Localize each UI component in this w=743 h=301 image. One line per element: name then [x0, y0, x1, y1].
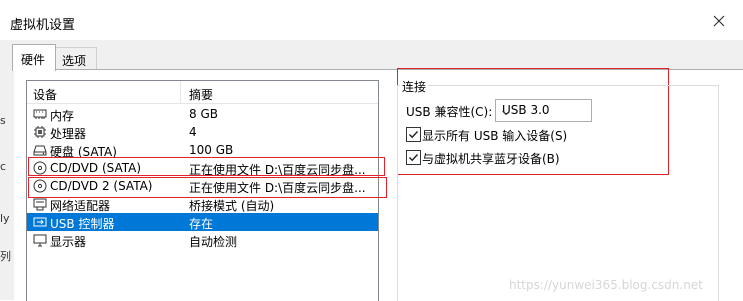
background-window-strip: s c ly 列 — [0, 70, 14, 300]
chevron-down-icon — [502, 106, 510, 116]
list-item-cpu[interactable]: 处理器 4 — [27, 123, 378, 141]
device-summary: 8 GB — [189, 107, 218, 121]
share-bluetooth-label[interactable]: 与虚拟机共享蓝牙设备(B) — [422, 150, 560, 167]
column-divider[interactable] — [180, 81, 181, 103]
cpu-icon — [33, 125, 47, 139]
watermark: https://yunwei365.blog.csdn.net — [509, 278, 703, 292]
device-summary: 自动检测 — [189, 235, 238, 249]
list-item-display[interactable]: 显示器 自动检测 — [27, 231, 378, 249]
device-summary: 存在 — [189, 217, 214, 231]
show-all-usb-checkbox[interactable] — [406, 127, 421, 142]
checkmark-icon — [409, 154, 419, 162]
device-name: 处理器 — [50, 127, 87, 141]
close-icon[interactable] — [708, 10, 730, 32]
connection-group-title: 连接 — [400, 78, 429, 95]
side-mark: 列 — [0, 250, 11, 263]
list-header: 设备 摘要 — [27, 81, 378, 104]
annotation-box-cd-dvd-2 — [28, 177, 387, 198]
memory-icon — [33, 107, 47, 121]
side-mark: s — [0, 114, 6, 127]
show-all-usb-label[interactable]: 显示所有 USB 输入设备(S) — [422, 127, 567, 144]
tab-hardware-label: 硬件 — [21, 53, 46, 67]
window-title: 虚拟机设置 — [10, 18, 76, 33]
tab-strip — [0, 40, 743, 70]
usb-compat-select[interactable]: USB 3.0 — [495, 99, 592, 122]
column-header-summary[interactable]: 摘要 — [189, 86, 213, 103]
side-mark: c — [0, 160, 7, 173]
title-bar: 虚拟机设置 — [0, 0, 743, 40]
device-name: 显示器 — [50, 235, 87, 249]
device-summary: 4 — [189, 125, 197, 139]
hard-disk-icon — [33, 143, 47, 157]
usb-compat-label: USB 兼容性(C): — [406, 105, 493, 119]
tab-options-label: 选项 — [62, 54, 87, 68]
share-bluetooth-checkbox[interactable] — [406, 150, 421, 165]
display-icon — [33, 233, 47, 247]
device-name: 网络适配器 — [50, 199, 111, 213]
device-name: USB 控制器 — [50, 217, 115, 231]
device-summary: 桥接模式 (自动) — [189, 199, 275, 213]
network-adapter-icon — [33, 197, 47, 211]
side-mark: ly — [0, 212, 10, 225]
list-item-memory[interactable]: 内存 8 GB — [27, 105, 378, 123]
checkmark-icon — [409, 131, 419, 139]
tab-hardware[interactable]: 硬件 — [12, 44, 56, 71]
column-header-device[interactable]: 设备 — [33, 86, 57, 103]
device-name: 内存 — [50, 109, 75, 123]
usb-controller-icon — [33, 215, 47, 229]
annotation-box-cd-dvd — [28, 157, 385, 176]
list-item-usb-controller[interactable]: USB 控制器 存在 — [27, 213, 378, 231]
device-summary: 100 GB — [189, 143, 234, 157]
tab-options[interactable]: 选项 — [55, 47, 97, 70]
